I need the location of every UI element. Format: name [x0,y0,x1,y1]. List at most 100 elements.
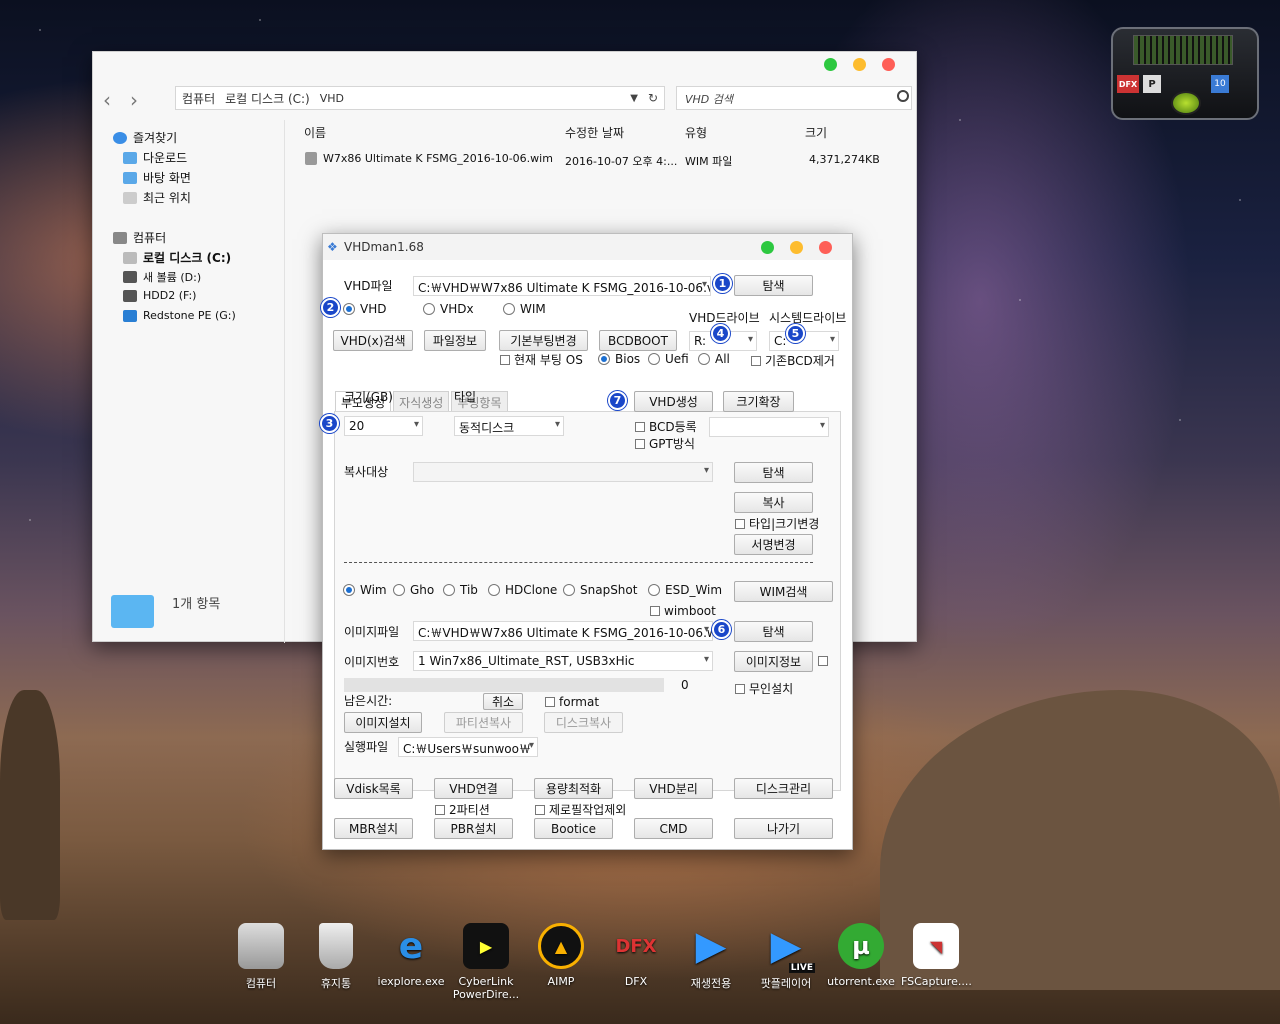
change-signature-button[interactable]: 서명변경 [734,534,813,555]
radio-image-tib[interactable]: Tib [443,583,478,597]
expand-size-button[interactable]: 크기확장 [723,391,794,412]
dock-item-aimp[interactable]: ▲ AIMP [526,923,596,988]
sidebar-item-downloads[interactable]: 다운로드 [143,149,187,166]
type-combo[interactable]: 동적디스크 [454,416,564,436]
close-button[interactable] [882,58,895,71]
image-info-button[interactable]: 이미지정보 [734,651,813,672]
vhd-attach-button[interactable]: VHD연결 [434,778,513,799]
two-partition-checkbox[interactable]: 2파티션 [435,801,490,818]
breadcrumb-item[interactable]: VHD [320,92,344,105]
preset-button[interactable]: P [1143,75,1161,93]
dfx-button[interactable]: DFX [1117,75,1139,93]
current-os-checkbox[interactable]: 현재 부팅 OS [500,351,583,368]
dock-item-utorrent[interactable]: µ utorrent.exe [826,923,896,988]
image-info-checkbox[interactable] [818,656,828,666]
cancel-button[interactable]: 취소 [483,693,523,710]
radio-uefi[interactable]: Uefi [648,352,689,366]
radio-vhdx[interactable]: VHDx [423,302,474,316]
radio-bios[interactable]: Bios [598,352,640,366]
radio-image-esd[interactable]: ESD_Wim [648,583,722,597]
type-size-change-checkbox[interactable]: 타입|크기변경 [735,515,819,532]
maximize-button[interactable] [824,58,837,71]
copy-button[interactable]: 복사 [734,492,813,513]
dock-item-powerdirector[interactable]: ▶ CyberLink PowerDire... [451,923,521,1001]
image-file-combo[interactable]: C:￦VHD￦W7x86 Ultimate K FSMG_2016-10-06.… [413,621,713,641]
dock-item-player[interactable]: ▶ 재생전용 [676,923,746,991]
sidebar-drive-c[interactable]: 로컬 디스크 (C:) [143,249,231,266]
dock-item-fscapture[interactable]: ◥ FSCapture.... [901,923,972,988]
image-install-button[interactable]: 이미지설치 [344,712,422,733]
default-boot-button[interactable]: 기본부팅변경 [499,330,588,351]
sidebar-drive-d[interactable]: 새 볼륨 (D:) [143,269,201,285]
vhd-file-combo[interactable]: C:￦VHD￦W7x86 Ultimate K FSMG_2016-10-06.… [413,276,711,296]
wimboot-checkbox[interactable]: wimboot [650,604,716,618]
search-icon[interactable] [897,90,909,102]
column-header-size[interactable]: 크기 [805,124,827,141]
back-icon[interactable]: ‹ [103,88,111,112]
browse-vhd-button[interactable]: 탐색 [734,275,813,296]
copy-target-combo[interactable] [413,462,713,482]
bootice-button[interactable]: Bootice [534,818,613,839]
partition-copy-button[interactable]: 파티션복사 [444,712,523,733]
sidebar-drive-f[interactable]: HDD2 (F:) [143,289,196,302]
sidebar-drive-g[interactable]: Redstone PE (G:) [143,309,236,322]
refresh-icon[interactable]: ↻ [648,91,664,105]
bcd-combo[interactable] [709,417,829,437]
file-row[interactable]: W7x86 Ultimate K FSMG_2016-10-06.wim [305,152,553,165]
cmd-button[interactable]: CMD [634,818,713,839]
image-number-combo[interactable]: 1 Win7x86_Ultimate_RST, USB3xHic [413,651,713,671]
pbr-install-button[interactable]: PBR설치 [434,818,513,839]
bcd-register-checkbox[interactable]: BCD등록 [635,418,697,435]
column-header-type[interactable]: 유형 [685,124,707,141]
address-bar[interactable]: 컴퓨터 로컬 디스크 (C:) VHD ▼ ↻ [175,86,665,110]
remove-bcd-checkbox[interactable]: 기존BCD제거 [751,352,835,369]
chevron-down-icon[interactable]: ▼ [630,93,638,104]
unattended-checkbox[interactable]: 무인설치 [735,680,793,697]
search-input[interactable]: VHD 검색 [676,86,912,110]
zero-fill-checkbox[interactable]: 제로필작업제외 [535,801,626,818]
radio-image-wim[interactable]: Wim [343,583,387,597]
column-header-date[interactable]: 수정한 날짜 [565,124,624,141]
radio-image-snapshot[interactable]: SnapShot [563,583,637,597]
mbr-install-button[interactable]: MBR설치 [334,818,413,839]
column-header-name[interactable]: 이름 [304,124,326,141]
windows10-button[interactable]: 10 [1211,75,1229,93]
vhdx-search-button[interactable]: VHD(x)검색 [333,330,413,351]
forward-icon[interactable]: › [130,88,138,112]
create-vhd-button[interactable]: VHD생성 [634,391,713,412]
close-button[interactable] [819,241,832,254]
tab-child[interactable]: 자식생성 [393,391,450,413]
dock-item-trash[interactable]: 휴지통 [301,923,371,991]
sidebar-favorites[interactable]: 즐겨찾기 [133,129,177,146]
format-checkbox[interactable]: format [545,695,599,709]
sidebar-computer[interactable]: 컴퓨터 [133,229,166,246]
dock-item-dfx[interactable]: DFX DFX [601,923,671,989]
maximize-button[interactable] [761,241,774,254]
wim-search-button[interactable]: WIM검색 [734,581,833,602]
disk-management-button[interactable]: 디스크관리 [734,778,833,799]
radio-image-gho[interactable]: Gho [393,583,434,597]
disk-copy-button[interactable]: 디스크복사 [544,712,623,733]
vdisk-list-button[interactable]: Vdisk목록 [334,778,413,799]
bcdboot-button[interactable]: BCDBOOT [599,330,677,351]
breadcrumb-item[interactable]: 컴퓨터 [182,90,215,107]
minimize-button[interactable] [853,58,866,71]
radio-all[interactable]: All [698,352,730,366]
gpt-checkbox[interactable]: GPT방식 [635,435,695,452]
exit-button[interactable]: 나가기 [734,818,833,839]
radio-vhd[interactable]: VHD [343,302,386,316]
minimize-button[interactable] [790,241,803,254]
radio-wim[interactable]: WIM [503,302,546,316]
power-icon[interactable] [1171,91,1201,115]
dock-item-iexplore[interactable]: e iexplore.exe [376,923,446,989]
browse-copy-button[interactable]: 탐색 [734,462,813,483]
breadcrumb-item[interactable]: 로컬 디스크 (C:) [225,90,310,107]
dock-item-potplayer[interactable]: ▶ LIVE 팟플레이어 [751,923,821,991]
sidebar-item-recent[interactable]: 최근 위치 [143,189,191,206]
sidebar-item-desktop[interactable]: 바탕 화면 [143,169,191,186]
vhd-detach-button[interactable]: VHD분리 [634,778,713,799]
dock-item-computer[interactable]: 컴퓨터 [226,923,296,991]
radio-image-hdclone[interactable]: HDClone [488,583,557,597]
optimize-button[interactable]: 용량최적화 [534,778,613,799]
size-combo[interactable]: 20 [344,416,423,436]
